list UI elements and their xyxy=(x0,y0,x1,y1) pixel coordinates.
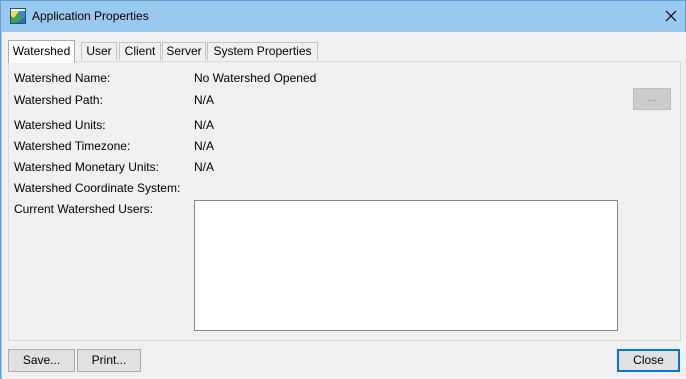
current-watershed-users-label: Current Watershed Users: xyxy=(14,202,153,216)
tab-watershed[interactable]: Watershed xyxy=(8,40,75,63)
dialog-body: Watershed User Client Server System Prop… xyxy=(2,32,686,379)
watershed-units-label: Watershed Units: xyxy=(14,118,106,132)
watershed-timezone-label: Watershed Timezone: xyxy=(14,139,131,153)
watershed-monetary-units-label: Watershed Monetary Units: xyxy=(14,160,159,174)
save-button[interactable]: Save... xyxy=(8,349,75,372)
print-button[interactable]: Print... xyxy=(77,349,141,372)
close-button[interactable]: Close xyxy=(617,349,680,372)
watershed-tab-panel: Watershed Name: No Watershed Opened Wate… xyxy=(8,61,681,341)
watershed-name-value: No Watershed Opened xyxy=(194,71,317,85)
watershed-monetary-units-value: N/A xyxy=(194,160,215,174)
watershed-path-label: Watershed Path: xyxy=(14,93,103,107)
window-title: Application Properties xyxy=(32,9,149,23)
app-window-icon xyxy=(10,8,26,24)
watershed-timezone-value: N/A xyxy=(194,139,215,153)
close-icon[interactable] xyxy=(659,5,683,27)
watershed-path-value: N/A xyxy=(194,93,215,107)
tab-user[interactable]: User xyxy=(81,42,117,60)
title-bar[interactable]: Application Properties xyxy=(1,1,685,32)
browse-path-button[interactable]: ... xyxy=(633,88,671,110)
watershed-name-label: Watershed Name: xyxy=(14,71,111,85)
application-properties-window: Application Properties Watershed User Cl… xyxy=(0,0,686,379)
tab-client[interactable]: Client xyxy=(119,42,161,60)
watershed-coordinate-system-label: Watershed Coordinate System: xyxy=(14,181,181,195)
tab-system-properties[interactable]: System Properties xyxy=(207,42,318,60)
watershed-units-value: N/A xyxy=(194,118,215,132)
tab-server[interactable]: Server xyxy=(162,42,206,60)
current-watershed-users-list[interactable] xyxy=(194,200,618,331)
